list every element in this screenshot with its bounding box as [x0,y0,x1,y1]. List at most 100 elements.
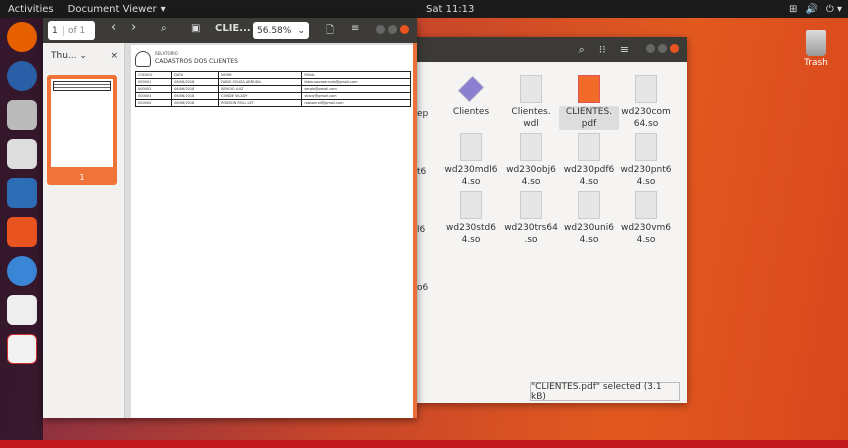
file-icon [635,191,657,219]
writer-icon[interactable] [6,178,37,208]
close-sidebar-icon[interactable]: × [110,51,118,61]
page-number-input[interactable]: 1 of 1 [48,21,95,40]
window-controls [373,25,409,37]
page-total: of 1 [68,25,86,36]
thumbnail-number: 1 [79,173,85,182]
search-icon[interactable]: ⌕ [579,43,585,57]
minimize-button[interactable] [646,44,655,53]
file-icon [635,75,657,103]
chevron-down-icon: ⌄ [79,51,87,61]
file-item[interactable]: wd230vm6 4.so [616,191,676,246]
column-header: NOME [218,71,303,79]
file-item[interactable]: Clientes. wdl [501,75,561,130]
trash-label: Trash [804,58,828,68]
file-item[interactable]: wd230com 64.so [616,75,676,130]
system-tray[interactable]: ⊞ 🔊 ⏻ ▾ [789,4,842,15]
document-area[interactable]: RELATORIO CADASTROS DOS CLIENTES CODIGO DA… [125,43,417,418]
file-icon [520,133,542,161]
app-menu[interactable]: Document Viewer ▾ [68,4,166,15]
menu-icon[interactable]: ≡ [620,43,629,56]
table-cell: SERGIO LUIZ [218,85,303,93]
file-name-partial[interactable]: ep [417,109,428,119]
file-name: wd230uni6 4.so [564,223,614,245]
app-menu-label: Document Viewer [67,3,157,15]
file-name-partial[interactable]: o6 [417,283,428,293]
column-header: DATA [171,71,220,79]
firefox-icon[interactable] [6,22,37,52]
files-icon[interactable] [6,100,37,130]
minimize-button[interactable] [376,25,385,34]
table-cell: sergio@gmail.com [301,85,411,93]
file-item[interactable]: wd230uni6 4.so [559,191,619,246]
user-icon [135,51,151,67]
print-icon[interactable]: 🗋 [326,23,334,40]
chevron-down-icon: ▾ [160,3,166,15]
amazon-icon[interactable] [6,295,37,325]
trash-desktop-icon[interactable]: Trash [798,30,834,68]
table-cell: robsonroll@gmail.com [301,99,411,107]
file-icon [520,191,542,219]
column-header: CODIGO [134,71,173,79]
trash-icon [806,30,826,56]
file-name: wd230pdf6 4.so [563,165,615,187]
zoom-value: 56.58% [257,25,292,36]
view-options-icon[interactable]: ⁝⁝ [599,43,606,56]
scroll-edge [413,43,417,418]
file-name: wd230pnt6 4.so [620,165,672,187]
file-icon [578,75,600,103]
volume-icon: 🔊 [805,3,818,15]
file-item[interactable]: wd230std6 4.so [441,191,501,246]
thunderbird-icon[interactable] [6,61,37,91]
table-row: 000001 06/06/2018 FABIO SOUZA ARRUDA fabio.… [134,78,411,86]
file-icon [460,133,482,161]
app-file-icon [457,75,485,103]
prev-page-button[interactable]: ‹ [111,20,116,35]
search-icon[interactable]: ⌕ [161,23,167,34]
next-page-button[interactable]: › [131,20,136,35]
file-item[interactable]: wd230obj6 4.so [501,133,561,188]
file-icon [635,133,657,161]
table-cell: ROBSON ROLL LET [218,99,303,107]
sidebar-mode-select[interactable]: Thu... ⌄ [51,51,87,61]
sidebar-mode-label: Thu... [51,51,77,61]
file-item[interactable]: CLIENTES. pdf [559,75,619,130]
table-cell: 000002 [134,85,173,93]
bottom-strip [0,440,848,448]
close-button[interactable] [400,25,409,34]
file-name: wd230mdl6 4.so [444,165,498,187]
table-cell: 000004 [134,99,173,107]
help-icon[interactable] [6,256,37,286]
file-item[interactable]: wd230trs64 .so [501,191,561,246]
file-name-partial[interactable]: l6 [417,225,425,235]
file-name: Clientes. wdl [511,107,551,129]
zoom-select[interactable]: 56.58% ⌄ [253,22,309,39]
table-cell: 06/06/2018 [171,99,220,107]
file-name-partial[interactable]: t6 [417,167,426,177]
annotate-icon[interactable]: ▣ [191,23,200,34]
dock [0,18,43,440]
viewer-header: 1 of 1 ‹ › ⌕ ▣ CLIE... 56.58% ⌄ 🗋 ≡ [43,18,417,43]
activities-button[interactable]: Activities [8,4,54,15]
file-icon [578,133,600,161]
file-item[interactable]: wd230pnt6 4.so [616,133,676,188]
close-button[interactable] [670,44,679,53]
table-row: 000004 06/06/2018 ROBSON ROLL LET robsonrol… [134,99,411,107]
clock[interactable]: Sat 11:13 [426,4,474,15]
maximize-button[interactable] [658,44,667,53]
document-viewer-icon[interactable] [6,334,37,364]
rhythmbox-icon[interactable] [6,139,37,169]
file-item[interactable]: Clientes [441,75,501,118]
thumbnail-page [51,79,113,167]
top-bar: Activities Document Viewer ▾ Sat 11:13 ⊞ 🔊… [0,0,848,18]
menu-icon[interactable]: ≡ [351,23,359,34]
table-cell: CONDE VILADY [218,92,303,100]
maximize-button[interactable] [388,25,397,34]
software-icon[interactable] [6,217,37,247]
file-icon [520,75,542,103]
file-item[interactable]: wd230mdl6 4.so [441,133,501,188]
window-controls [643,43,679,56]
report-label: RELATORIO [155,51,178,56]
page-thumbnail[interactable]: 1 [47,75,117,185]
file-item[interactable]: wd230pdf6 4.so [559,133,619,188]
column-header: EMAIL [301,71,411,79]
